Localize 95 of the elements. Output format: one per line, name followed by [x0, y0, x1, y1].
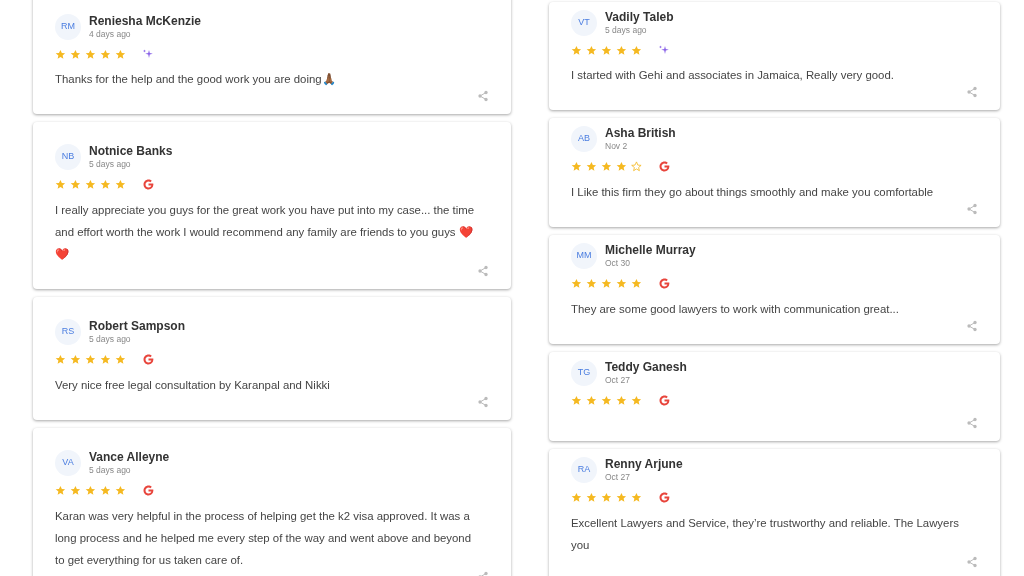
- star-icon: [631, 44, 642, 56]
- star-icon: [70, 48, 81, 60]
- reviewer-name: Michelle Murray: [605, 243, 696, 257]
- star-icon: [586, 395, 597, 406]
- star-icon: [601, 395, 612, 406]
- star-icon: [70, 485, 81, 496]
- share-icon[interactable]: [477, 265, 489, 277]
- star-icon: [631, 161, 642, 172]
- star-icon: [100, 485, 111, 496]
- star-icon: [115, 485, 126, 496]
- review-text: I started with Gehi and associates in Jamaica, Really very good.: [571, 68, 895, 83]
- star-icon: [85, 485, 96, 496]
- google-g-icon: [142, 484, 155, 497]
- star-icon: [631, 278, 642, 289]
- review-text: They are some good lawyers to work with communication great...: [571, 302, 900, 317]
- google-g-icon: [658, 277, 671, 290]
- star-icon: [115, 354, 126, 365]
- star-icon: [571, 395, 582, 406]
- star-icon: [631, 492, 642, 503]
- avatar-initials: MM: [571, 243, 597, 269]
- star-icon: [601, 44, 612, 56]
- review-date: 4 days ago: [89, 28, 132, 40]
- star-icon: [616, 492, 627, 503]
- reviewer-name: Vadily Taleb: [605, 10, 674, 24]
- reviewer-name: Vance Alleyne: [89, 450, 170, 464]
- share-icon[interactable]: [966, 556, 978, 568]
- avatar-initials: RM: [55, 14, 81, 40]
- reviewer-name: Reniesha McKenzie: [89, 14, 202, 28]
- star-icon: [55, 485, 66, 496]
- review-date: Oct 27: [605, 374, 632, 386]
- share-icon[interactable]: [477, 90, 489, 102]
- star-icon: [100, 354, 111, 365]
- review-date: 5 days ago: [89, 333, 132, 345]
- star-icon: [85, 354, 96, 365]
- star-icon: [631, 395, 642, 406]
- review-date: 5 days ago: [89, 464, 132, 476]
- star-icon: [586, 161, 597, 172]
- share-icon[interactable]: [966, 203, 978, 215]
- star-icon: [586, 278, 597, 289]
- star-icon: [70, 354, 81, 365]
- share-icon[interactable]: [966, 417, 978, 429]
- star-icon: [571, 278, 582, 289]
- star-icon: [55, 354, 66, 365]
- google-g-icon: [658, 394, 671, 407]
- review-date: 5 days ago: [605, 24, 648, 36]
- avatar-initials: TG: [571, 360, 597, 386]
- reviewer-name: Robert Sampson: [89, 319, 185, 333]
- star-icon: [586, 492, 597, 503]
- star-icon: [616, 44, 627, 56]
- review-text: Excellent Lawyers and Service, they’re trustworthy and reliable. The Lawyers you: [571, 516, 960, 553]
- star-icon: [571, 161, 582, 172]
- review-text: Very nice free legal consultation by Karanpal and Nikki: [55, 378, 331, 393]
- review-text: Thanks for the help and the good work you are doing🙏🏾: [55, 72, 337, 87]
- star-icon: [571, 44, 582, 56]
- avatar-initials: VA: [55, 450, 81, 476]
- avatar-initials: NB: [55, 144, 81, 170]
- google-g-icon: [658, 160, 671, 173]
- star-icon: [55, 179, 66, 190]
- share-icon[interactable]: [966, 320, 978, 332]
- avatar-initials: VT: [571, 10, 597, 36]
- star-icon: [100, 179, 111, 190]
- google-g-icon: [658, 491, 671, 504]
- star-icon: [616, 161, 627, 172]
- reviewer-name: Notnice Banks: [89, 144, 173, 158]
- avatar-initials: RA: [571, 457, 597, 483]
- google-g-icon: [142, 178, 155, 191]
- star-icon: [85, 179, 96, 190]
- star-icon: [55, 48, 66, 60]
- star-icon: [616, 395, 627, 406]
- reviewer-name: Renny Arjune: [605, 457, 683, 471]
- review-date: Oct 30: [605, 257, 632, 269]
- avatar-initials: AB: [571, 126, 597, 152]
- google-g-icon: [142, 353, 155, 366]
- review-date: Oct 27: [605, 471, 632, 483]
- star-icon: [85, 48, 96, 60]
- star-icon: [100, 48, 111, 60]
- reviewer-name: Asha British: [605, 126, 676, 140]
- star-icon: [586, 44, 597, 56]
- star-icon: [601, 492, 612, 503]
- review-date: 5 days ago: [89, 158, 132, 170]
- share-icon[interactable]: [477, 396, 489, 408]
- reviewer-name: Teddy Ganesh: [605, 360, 687, 374]
- review-text: I Like this firm they go about things smoothly and make you comfortable: [571, 185, 935, 200]
- star-icon: [115, 48, 126, 60]
- share-icon[interactable]: [966, 86, 978, 98]
- star-icon: [70, 179, 81, 190]
- star-icon: [601, 161, 612, 172]
- star-icon: [616, 278, 627, 289]
- review-text: I really appreciate you guys for the great work you have put into my case... the time and effort worth the work I would recommend any family are friends to you guys ❤❤: [55, 203, 476, 262]
- avatar-initials: RS: [55, 319, 81, 345]
- star-icon: [115, 179, 126, 190]
- star-icon: [601, 278, 612, 289]
- star-icon: [571, 492, 582, 503]
- review-date: Nov 2: [605, 140, 629, 152]
- review-text: Karan was very helpful in the process of helping get the k2 visa approved. It was a long process and he helped me every step of the way and went above and beyond to get everything for us taken care of.: [55, 509, 473, 568]
